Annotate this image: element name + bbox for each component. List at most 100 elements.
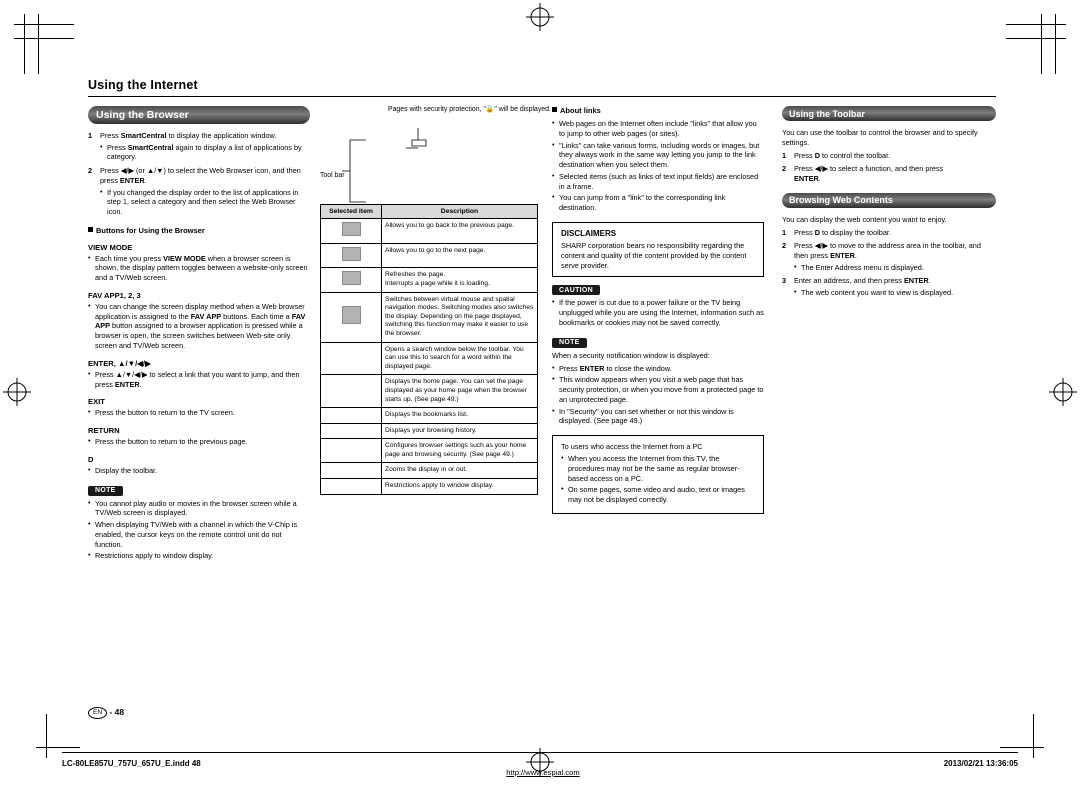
buttons-heading-label: Buttons for Using the Browser xyxy=(96,225,205,235)
toolbar-items-table: Selected item Description Allows you to … xyxy=(320,204,538,495)
cell-description: Displays your browsing history. xyxy=(381,422,538,440)
table-row: Allows you to go back to the previous pa… xyxy=(320,218,538,244)
term-body: Each time you press VIEW MODE when a bro… xyxy=(88,253,310,283)
term-body: Press the button to return to the previo… xyxy=(88,436,310,447)
table-row: Refreshes the page. Interrupts a page whi… xyxy=(320,267,538,293)
term-body: Press ▲/▼/◀/▶ to select a link that you … xyxy=(88,369,310,390)
page-canvas: Using the Internet Using the Browser 1 P… xyxy=(0,0,1080,793)
browser-steps-list: 1 Press SmartCentral to display the appl… xyxy=(88,131,310,217)
term-d: D xyxy=(88,454,94,464)
step-number: 2 xyxy=(782,164,787,174)
about-links-heading: About links xyxy=(552,106,764,115)
toolbar-label: Tool bar xyxy=(320,172,345,179)
note-item: You cannot play audio or movies in the b… xyxy=(88,498,310,519)
cell-description: Switches between virtual mouse and spati… xyxy=(381,291,538,343)
term-return: RETURN xyxy=(88,426,120,436)
page-content: Using the Internet Using the Browser 1 P… xyxy=(88,78,998,777)
history-icon xyxy=(320,422,382,440)
step-number: 1 xyxy=(782,227,787,237)
search-icon xyxy=(320,341,382,376)
term-body: You can change the screen display method… xyxy=(88,301,310,351)
cell-description: Refreshes the page. Interrupts a page whi… xyxy=(381,267,538,293)
page-number-block: EN - 48 xyxy=(88,707,124,719)
square-bullet-icon xyxy=(552,107,557,112)
about-links-item: "Links" can take various forms, includin… xyxy=(552,140,764,170)
footer-divider xyxy=(62,752,1018,753)
table-row: Allows you to go to the next page. xyxy=(320,242,538,269)
column-d: Using the Toolbar You can use the toolba… xyxy=(782,106,996,302)
cell-description: Configures browser settings such as your… xyxy=(381,438,538,464)
list-item: Press SmartCentral again to display a li… xyxy=(100,142,310,162)
disclaimers-text: SHARP corporation bears no responsibilit… xyxy=(561,240,747,270)
table-row: Configures browser settings such as your… xyxy=(320,438,538,464)
back-icon xyxy=(320,218,382,244)
term-body: Press the button to return to the TV scr… xyxy=(88,407,310,418)
cell-description: Allows you to go back to the previous pa… xyxy=(381,218,538,244)
web-steps-list: 1 Press D to display the toolbar. 2 Press … xyxy=(782,228,996,298)
toolbar-brace-icon xyxy=(342,128,427,203)
reload-icon xyxy=(320,267,382,293)
section-using-the-browser: Using the Browser xyxy=(88,106,310,124)
table-row: Restrictions apply to window display. xyxy=(320,477,538,495)
cell-description: Displays the bookmarks list. xyxy=(381,407,538,424)
list-item: 2 Press ◀/▶ to select a function, and the… xyxy=(782,164,944,184)
note-item: Press ENTER to close the window. xyxy=(552,363,764,374)
step-number: 2 xyxy=(88,166,93,176)
term-body: Display the toolbar. xyxy=(88,465,310,476)
note-intro: When a security notification window is d… xyxy=(552,350,710,360)
caution-badge: CAUTION xyxy=(552,285,600,296)
pc-users-box: To users who access the Internet from a … xyxy=(552,435,764,514)
cell-description: Displays the home page. You can set the … xyxy=(381,374,538,409)
footer-file-name: LC-80LE857U_757U_657U_E.indd 48 xyxy=(62,759,201,768)
about-links-item: Selected items (such as links of text in… xyxy=(552,171,764,192)
step-number: 2 xyxy=(782,241,787,251)
buttons-heading: Buttons for Using the Browser xyxy=(88,226,310,235)
column-c: About links Web pages on the Internet of… xyxy=(552,106,764,514)
cell-description: Zooms the display in or out. xyxy=(381,462,538,479)
note-item: Restrictions apply to window display. xyxy=(88,550,310,561)
cell-description: Restrictions apply to window display. xyxy=(381,477,538,495)
list-item: 3 Enter an address, and then press ENTER.… xyxy=(782,276,996,297)
table-row: Opens a search window below the toolbar.… xyxy=(320,341,538,376)
about-links-item: You can jump from a "link" to the corres… xyxy=(552,192,764,213)
registration-mark-right xyxy=(1049,378,1077,406)
pointer-mode-icon xyxy=(320,291,382,343)
list-item: If you changed the display order to the … xyxy=(100,187,310,217)
column-b: Pages with security protection, "🔒" will… xyxy=(320,106,551,495)
espial-url[interactable]: http://www.espial.com xyxy=(88,768,998,777)
list-item: 1 Press SmartCentral to display the appl… xyxy=(88,131,310,162)
table-row: Displays the home page. You can set the … xyxy=(320,374,538,409)
table-row: Switches between virtual mouse and spati… xyxy=(320,291,538,343)
pc-users-item: When you access the Internet from this T… xyxy=(561,453,755,483)
home-icon xyxy=(320,374,382,409)
zoom-icon xyxy=(320,462,382,479)
pc-users-title: To users who access the Internet from a … xyxy=(561,442,703,452)
toolbar-steps-list: 1 Press D to control the toolbar. 2 Press … xyxy=(782,151,996,184)
list-item: The web content you want to view is disp… xyxy=(794,287,996,298)
cell-description: Allows you to go to the next page. xyxy=(381,242,538,269)
crop-mark-top-right xyxy=(1006,14,1066,74)
list-item: 2 Press ◀/▶ to move to the address area i… xyxy=(782,241,996,272)
term-view-mode: VIEW MODE xyxy=(88,242,133,252)
disclaimers-title: DISCLAIMERS xyxy=(561,228,617,238)
settings-icon xyxy=(320,438,382,464)
bookmark-icon xyxy=(320,407,382,424)
note-badge: NOTE xyxy=(88,485,123,496)
window-icon xyxy=(320,477,382,495)
toolbar-callout: Pages with security protection, "🔒" will… xyxy=(320,106,551,203)
cell-description: Opens a search window below the toolbar.… xyxy=(381,341,538,376)
note-item: In "Security" you can set whether or not… xyxy=(552,406,764,427)
note-badge: NOTE xyxy=(552,337,587,348)
step-number: 1 xyxy=(88,131,93,140)
table-row: Displays your browsing history. xyxy=(320,422,538,440)
table-row: Zooms the display in or out. xyxy=(320,462,538,479)
disclaimers-box: DISCLAIMERS SHARP corporation bears no r… xyxy=(552,221,764,278)
list-item: 2 Press ◀/▶ (or ▲/▼) to select the Web B… xyxy=(88,166,310,217)
term-enter: ENTER, ▲/▼/◀/▶ xyxy=(88,358,151,368)
about-links-label: About links xyxy=(560,106,601,115)
list-item: The Enter Address menu is displayed. xyxy=(794,262,996,273)
page-mark-en: EN xyxy=(88,707,108,719)
list-item: 1 Press D to control the toolbar. xyxy=(782,150,891,160)
caution-text: If the power is cut due to a power failu… xyxy=(552,297,764,327)
page-title: Using the Internet xyxy=(88,78,996,97)
